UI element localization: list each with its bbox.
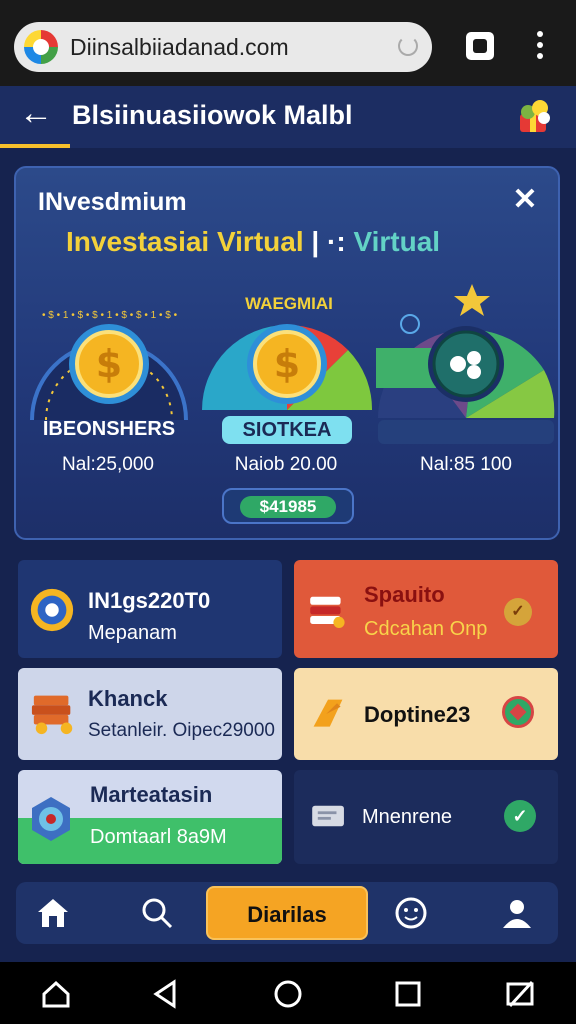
url-text: Diinsalbiiadanad.com bbox=[70, 34, 289, 60]
coin-target-icon bbox=[30, 588, 74, 632]
back-arrow-icon[interactable]: ← bbox=[18, 94, 54, 133]
subtitle-accent: Virtual bbox=[353, 226, 441, 257]
amount-badge: $41985 bbox=[222, 488, 354, 524]
tabs-icon[interactable] bbox=[466, 32, 494, 60]
gauge-right[interactable] bbox=[376, 278, 556, 450]
address-bar[interactable]: Diinsalbiiadanad.com bbox=[14, 22, 432, 72]
screen-cast-icon[interactable] bbox=[504, 978, 536, 1010]
system-circle-home-icon[interactable] bbox=[272, 978, 304, 1010]
gauge-2-value: Naiob 20.00 bbox=[234, 454, 338, 475]
search-icon[interactable] bbox=[140, 896, 174, 930]
card-subtitle: Mnenrene bbox=[362, 806, 453, 828]
subtitle-main: Investasiai Virtual bbox=[66, 226, 304, 257]
page-title: Blsiinuasiiowok Malbl bbox=[72, 100, 353, 130]
subtitle-separator: | ·: bbox=[303, 226, 354, 257]
card-khanck[interactable]: Khanck Setanleir. Oipec29000 bbox=[18, 668, 282, 760]
card-title: Marteatasin bbox=[90, 782, 213, 807]
money-stack-icon bbox=[31, 695, 73, 735]
home-icon[interactable] bbox=[36, 896, 70, 930]
system-back-icon[interactable] bbox=[150, 978, 182, 1010]
panel-title: INvesdmium bbox=[38, 188, 187, 216]
gift-icon[interactable] bbox=[514, 96, 554, 136]
card-doptine[interactable]: Doptine23 bbox=[294, 668, 558, 760]
amount-value: $41985 bbox=[240, 496, 336, 518]
ticket-icon bbox=[312, 805, 344, 827]
card-marteatasin[interactable]: Marteatasin Domtaarl 8a9M bbox=[18, 770, 282, 864]
system-nav-bar bbox=[0, 962, 576, 1024]
card-title: IN1gs220T0 bbox=[88, 588, 211, 613]
system-recents-icon[interactable] bbox=[392, 978, 424, 1010]
gauge-coin-left[interactable]: $ bbox=[22, 280, 196, 430]
card-title: Doptine23 bbox=[364, 702, 471, 727]
card-subtitle: Setanleir. Oipec29000 bbox=[88, 720, 275, 741]
card-portfolio[interactable]: IN1gs220T0 Mepanam bbox=[18, 560, 282, 658]
card-mnenrene[interactable]: Mnenrene ✓ bbox=[294, 770, 558, 864]
card-subtitle: Mepanam bbox=[88, 622, 177, 644]
stack-icon bbox=[310, 596, 345, 628]
gauge-2-label: SIOTKEA bbox=[222, 416, 352, 444]
browser-bar: Diinsalbiiadanad.com bbox=[0, 0, 576, 86]
card-subtitle: Domtaarl 8a9M bbox=[90, 826, 227, 848]
arrow-tag-icon bbox=[313, 699, 343, 727]
gauge-ring-text: • $ • 1 • $ • $ • 1 • $ • $ • 1 • $ • bbox=[42, 310, 178, 321]
card-spauito[interactable]: Spauito Cdcahan Onp ✓ bbox=[294, 560, 558, 658]
bottom-nav: Diarilas bbox=[16, 882, 558, 944]
system-home-icon[interactable] bbox=[40, 978, 72, 1010]
svg-text:$: $ bbox=[274, 342, 300, 386]
check-circle-icon: ✓ bbox=[504, 800, 536, 832]
card-title: Spauito bbox=[364, 582, 445, 607]
header-underline bbox=[0, 144, 70, 148]
svg-text:$: $ bbox=[96, 342, 122, 386]
primary-action-button[interactable]: Diarilas bbox=[206, 886, 368, 940]
investment-panel: INvesdmium ✕ Investasiai Virtual | ·: Vi… bbox=[14, 166, 560, 540]
more-menu-icon[interactable] bbox=[530, 30, 550, 62]
card-subtitle: Cdcahan Onp bbox=[364, 618, 488, 640]
reload-icon[interactable] bbox=[398, 36, 418, 56]
smiley-icon[interactable] bbox=[394, 896, 428, 930]
card-title: Khanck bbox=[88, 686, 168, 711]
check-badge-icon: ✓ bbox=[504, 598, 532, 626]
gauge-3-value: Nal:85 100 bbox=[420, 454, 512, 475]
chip-icon bbox=[32, 797, 70, 841]
app-header: ← Blsiinuasiiowok Malbl bbox=[0, 86, 576, 148]
shield-badge-icon bbox=[502, 696, 534, 728]
gauge-1-label: IBEONSHERS bbox=[42, 418, 176, 440]
gauge-1-value: Nal:25,000 bbox=[62, 454, 154, 475]
close-icon[interactable]: ✕ bbox=[510, 182, 540, 217]
panel-subtitle: Investasiai Virtual | ·: Virtual bbox=[66, 226, 440, 258]
gauge-2-top-text: WAEGMIAI bbox=[245, 294, 333, 313]
site-favicon-icon bbox=[24, 30, 58, 64]
profile-icon[interactable] bbox=[500, 896, 534, 930]
